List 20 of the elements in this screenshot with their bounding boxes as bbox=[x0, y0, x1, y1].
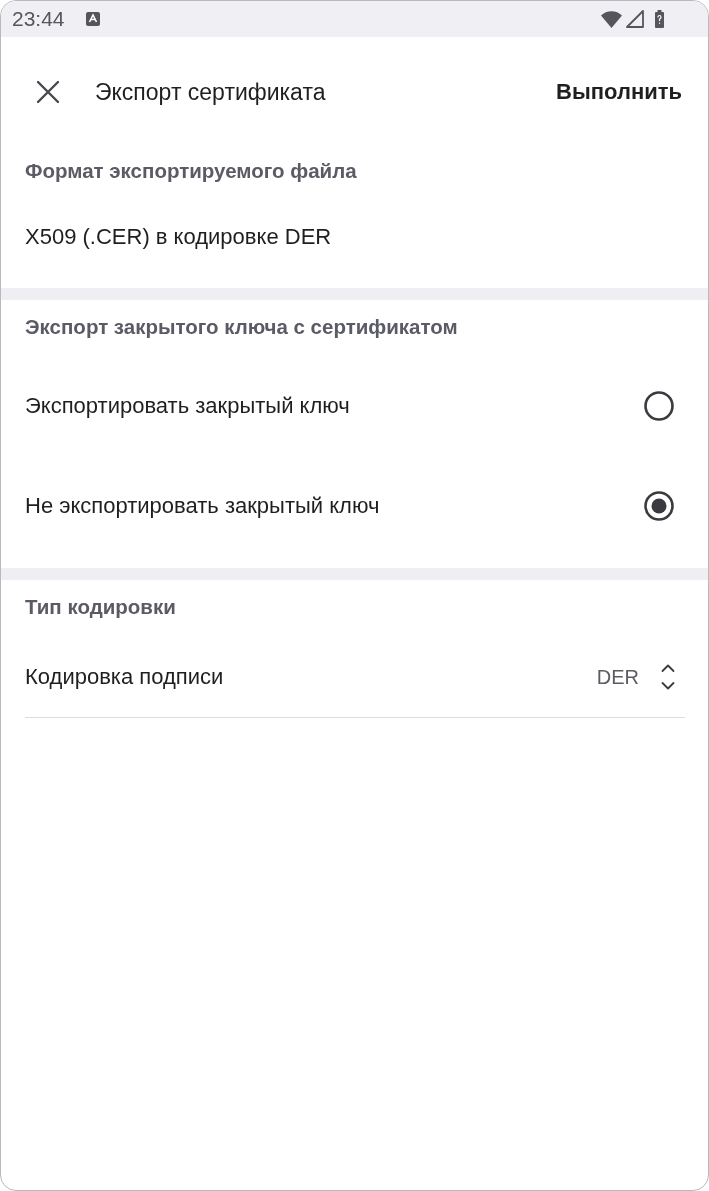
execute-button[interactable]: Выполнить bbox=[556, 76, 682, 108]
encoding-select[interactable]: DER bbox=[596, 661, 675, 692]
signal-icon bbox=[626, 10, 644, 28]
option-label: Экспортировать закрытый ключ bbox=[25, 393, 350, 419]
close-icon bbox=[37, 81, 59, 103]
radio-button[interactable] bbox=[644, 391, 674, 421]
up-down-chevron-icon bbox=[661, 663, 675, 690]
clock-time: 23:44 bbox=[12, 7, 65, 31]
field-label: Кодировка подписи bbox=[25, 663, 224, 690]
section-title: Тип кодировки bbox=[25, 595, 176, 618]
battery-icon bbox=[655, 10, 664, 28]
close-button[interactable] bbox=[35, 79, 61, 105]
section-title: Формат экспортируемого файла bbox=[25, 159, 357, 182]
screen-title: Экспорт сертификата bbox=[95, 78, 326, 106]
wifi-icon bbox=[601, 10, 622, 28]
radio-button[interactable] bbox=[644, 491, 674, 521]
keyboard-notification-icon bbox=[85, 12, 100, 26]
format-value: X509 (.CER) в кодировке DER bbox=[25, 224, 332, 249]
option-label: Не экспортировать закрытый ключ bbox=[25, 493, 380, 519]
section-title: Экспорт закрытого ключа с сертификатом bbox=[25, 315, 458, 338]
